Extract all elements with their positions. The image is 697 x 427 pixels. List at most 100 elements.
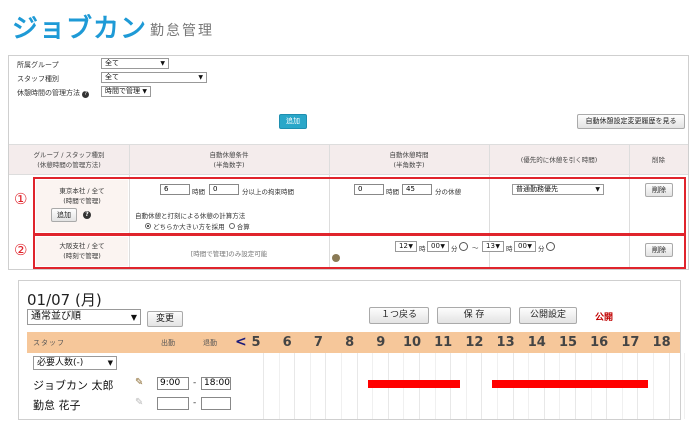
sort-select[interactable]: 通常並び順 ▼ xyxy=(27,309,141,325)
cond-hours-unit: 時間 xyxy=(192,188,205,196)
col-clock-in: 出勤 xyxy=(161,339,175,347)
clock-in-input[interactable] xyxy=(157,397,189,410)
hour-gridline xyxy=(263,353,264,419)
radio-larger[interactable] xyxy=(145,223,151,229)
shift-schedule-panel: 01/07 (月) 通常並び順 ▼ 変更 １つ戻る 保 存 公開設定 公開 スタッ… xyxy=(18,280,686,420)
cond-min-input[interactable]: 0 xyxy=(209,184,239,195)
marker-1: ① xyxy=(14,190,28,208)
half-hour-gridline xyxy=(684,353,686,419)
undo-button[interactable]: １つ戻る xyxy=(369,307,429,324)
from-hour-select[interactable]: 12 ▼ xyxy=(395,241,417,252)
row2-delete-button[interactable]: 削除 xyxy=(645,243,673,257)
hour-unit: 時 xyxy=(506,245,513,253)
row1-delete-button[interactable]: 削除 xyxy=(645,183,673,197)
hour-label: 7 xyxy=(313,335,323,350)
col-staff: スタッフ xyxy=(33,339,65,347)
edit-pencil-icon[interactable]: ✎ xyxy=(135,397,143,408)
hour-label: 18 xyxy=(652,335,671,350)
break-min-input[interactable]: 45 xyxy=(402,184,432,195)
staff-name: 勤怠 花子 xyxy=(33,399,81,412)
row2-group-name: 大阪支社 / 全て (時刻で管理) xyxy=(59,242,105,260)
cond-min-unit: 分以上の拘束時間 xyxy=(242,188,294,196)
header-delete: 削除 xyxy=(652,156,665,164)
hour-label: 5 xyxy=(251,335,261,350)
break-method-select[interactable]: 時間で管理 ▼ xyxy=(101,86,151,97)
app-logo: ジョブカン xyxy=(12,14,148,44)
public-status: 公開 xyxy=(595,313,614,323)
hour-label: 10 xyxy=(402,335,422,350)
hour-label: 9 xyxy=(376,335,386,350)
cond-hours-input[interactable]: 6 xyxy=(160,184,190,195)
hour-label: 16 xyxy=(590,335,609,350)
time-dash: - xyxy=(193,398,197,408)
edit-pencil-icon[interactable]: ✎ xyxy=(135,377,143,388)
clock-in-input[interactable]: 9:00 xyxy=(157,377,189,390)
hour-label: 6 xyxy=(282,335,292,350)
shift-bar-before-break[interactable] xyxy=(368,380,460,388)
help-icon[interactable]: ? xyxy=(83,211,91,219)
from-min-select[interactable]: 00 ▼ xyxy=(427,241,449,252)
header-group: グループ / スタッフ種別 (休憩時間の管理方法) xyxy=(33,151,105,169)
group-filter-select[interactable]: 全て ▼ xyxy=(101,58,169,69)
hour-label: 15 xyxy=(558,335,578,350)
min-unit: 分 xyxy=(538,245,545,253)
break-min-unit: 分の休憩 xyxy=(435,188,461,196)
schedule-date: 01/07 (月) xyxy=(27,291,102,309)
shift-bar-after-break[interactable] xyxy=(492,380,648,388)
hour-gridline xyxy=(325,353,327,419)
row1-group-name: 東京本社 / 全て (時間で管理) xyxy=(59,187,105,205)
add-button[interactable]: 追加 xyxy=(279,114,307,129)
publish-settings-button[interactable]: 公開設定 xyxy=(519,307,577,324)
staff-type-filter-label: スタッフ種別 xyxy=(17,75,59,83)
break-hours-unit: 時間 xyxy=(386,188,399,196)
hour-label: 14 xyxy=(527,335,546,350)
change-button[interactable]: 変更 xyxy=(147,311,183,327)
group-filter-label: 所属グループ xyxy=(17,61,59,69)
half-hour-gridline xyxy=(309,353,311,419)
hour-unit: 時 xyxy=(419,245,426,253)
col-clock-out: 退勤 xyxy=(203,339,217,347)
staff-type-filter-select[interactable]: 全て ▼ xyxy=(101,72,207,83)
clock-out-input[interactable] xyxy=(201,397,231,410)
half-hour-gridline xyxy=(278,353,280,419)
auto-break-settings-panel: 所属グループ 全て ▼ スタッフ種別 全て ▼ 休憩時間の管理方法 ? 時間で管理 ▼… xyxy=(8,55,689,270)
hour-gridline xyxy=(481,353,483,419)
app-subtitle: 勤怠管理 xyxy=(150,23,214,39)
clock-out-input[interactable]: 18:00 xyxy=(201,377,231,390)
to-hour-select[interactable]: 13 ▼ xyxy=(482,241,504,252)
hour-label: 8 xyxy=(345,335,355,350)
hour-label: 11 xyxy=(434,335,453,350)
hour-label: 12 xyxy=(465,335,484,350)
half-hour-gridline xyxy=(465,353,467,419)
help-icon[interactable]: ? xyxy=(82,91,90,98)
need-count-select[interactable]: 必要人数(-) ▼ xyxy=(33,356,117,370)
header-break-time: 自動休憩時間 (半角数字) xyxy=(389,151,429,169)
range-tilde: 〜 xyxy=(472,244,479,252)
radio-sum[interactable] xyxy=(228,223,235,229)
break-hours-input[interactable]: 0 xyxy=(354,184,384,195)
hour-gridline xyxy=(668,353,670,419)
min-unit: 分 xyxy=(451,245,458,253)
calc-method-options: どちらか大きい方を採用 合算 xyxy=(145,221,250,231)
hour-gridline xyxy=(294,353,296,419)
half-hour-gridline xyxy=(341,353,342,419)
priority-select[interactable]: 普通勤務優先 ▼ xyxy=(512,184,604,195)
to-min-select[interactable]: 00 ▼ xyxy=(514,241,536,252)
hour-label: 13 xyxy=(496,335,515,350)
half-hour-gridline xyxy=(653,353,654,419)
staff-name: ジョブカン 太郎 xyxy=(33,379,114,392)
hour-gridline xyxy=(356,353,358,419)
clock-icon[interactable] xyxy=(546,242,555,251)
row2-note: [時間で管理]のみ設定可能 xyxy=(190,250,268,258)
header-condition: 自動休憩条件 (半角数字) xyxy=(209,151,249,169)
save-button[interactable]: 保 存 xyxy=(437,307,511,324)
hour-label: 17 xyxy=(621,335,640,350)
calc-method-label: 自動休憩と打刻による休憩の計算方法 xyxy=(135,212,246,220)
history-button[interactable]: 自動休憩設定変更履歴を見る xyxy=(577,114,685,129)
break-method-label: 休憩時間の管理方法 ? xyxy=(17,88,90,98)
marker-2: ② xyxy=(14,241,28,259)
clock-icon[interactable] xyxy=(459,242,468,251)
header-priority: (優先的に休憩を引く時間) xyxy=(520,156,598,164)
row1-add-button[interactable]: 追加 xyxy=(51,208,77,222)
time-dash: - xyxy=(193,378,197,388)
